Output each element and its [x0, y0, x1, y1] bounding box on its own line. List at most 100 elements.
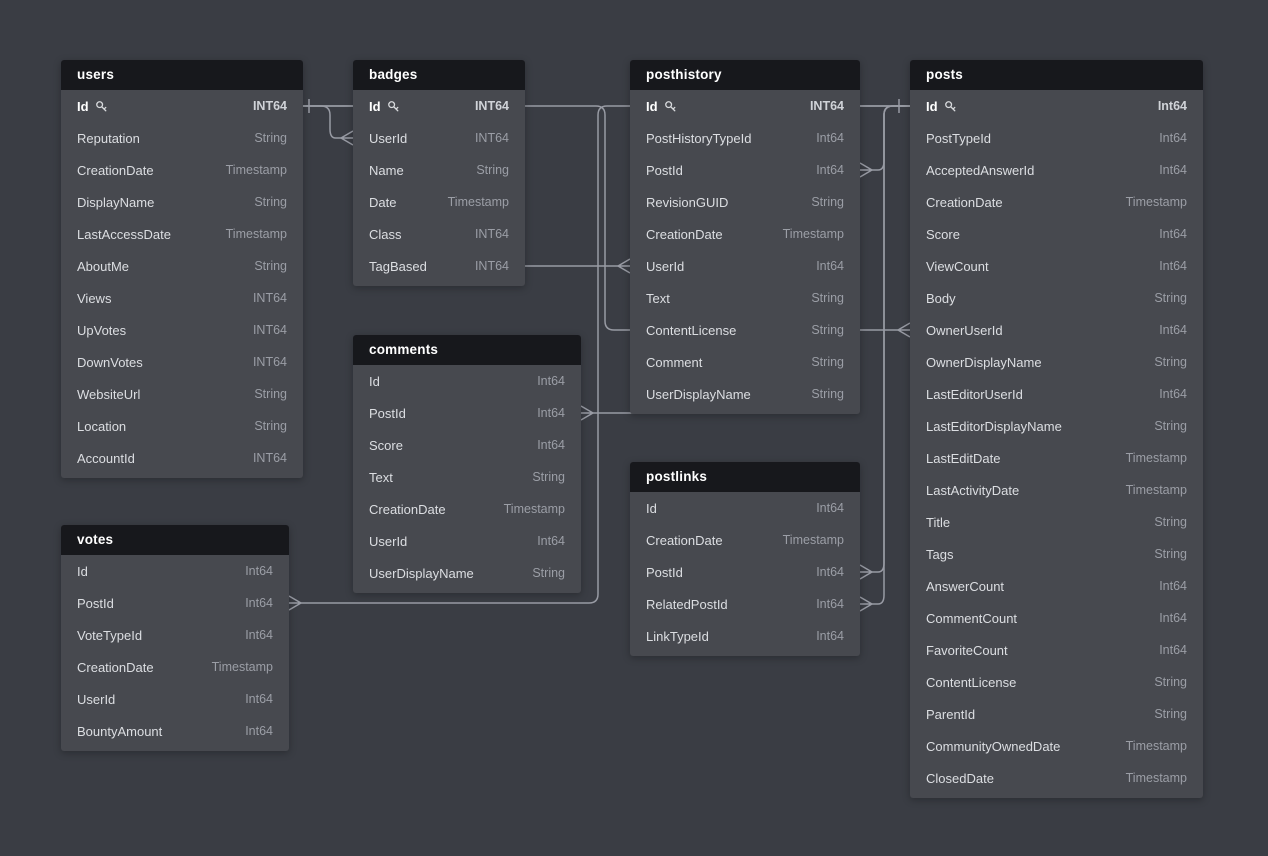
field-name-text: CreationDate	[646, 533, 723, 548]
table-badges-header[interactable]: badges	[353, 60, 525, 90]
field-name: CreationDate	[646, 227, 723, 242]
field-name: Id	[369, 374, 380, 389]
field-row-posts-FavoriteCount: FavoriteCountInt64	[910, 634, 1203, 666]
field-row-users-Reputation: ReputationString	[61, 122, 303, 154]
field-name-text: RevisionGUID	[646, 195, 728, 210]
field-name-text: ContentLicense	[646, 323, 736, 338]
table-users-header[interactable]: users	[61, 60, 303, 90]
field-row-posts-LastActivityDate: LastActivityDate Timestamp	[910, 474, 1203, 506]
field-name-text: Views	[77, 291, 111, 306]
field-type: String	[1154, 707, 1187, 721]
field-type: Int64	[245, 692, 273, 706]
field-name: PostHistoryTypeId	[646, 131, 752, 146]
table-users[interactable]: usersIdINT64ReputationStringCreationDate…	[61, 60, 303, 478]
field-name: UserDisplayName	[646, 387, 751, 402]
field-name: Location	[77, 419, 126, 434]
field-name-text: TagBased	[369, 259, 427, 274]
field-name-text: CreationDate	[77, 163, 154, 178]
field-row-posts-Tags: TagsString	[910, 538, 1203, 570]
table-comments[interactable]: commentsIdInt64PostIdInt64ScoreInt64Text…	[353, 335, 581, 593]
table-posts-header[interactable]: posts	[910, 60, 1203, 90]
field-row-users-AboutMe: AboutMeString	[61, 250, 303, 282]
field-type: Timestamp	[1126, 739, 1187, 753]
field-name: DisplayName	[77, 195, 154, 210]
field-name-text: OwnerUserId	[926, 323, 1003, 338]
field-type: String	[1154, 419, 1187, 433]
field-name: Id	[77, 99, 108, 114]
field-row-posts-AcceptedAnswerId: AcceptedAnswerIdInt64	[910, 154, 1203, 186]
field-name: Text	[369, 470, 393, 485]
field-type: Timestamp	[1126, 483, 1187, 497]
field-type: Int64	[1159, 163, 1187, 177]
field-name-text: UserDisplayName	[369, 566, 474, 581]
field-name-text: Score	[926, 227, 960, 242]
field-row-postlinks-PostId: PostIdInt64	[630, 556, 860, 588]
field-name: ContentLicense	[646, 323, 736, 338]
field-row-posthistory-CreationDate: CreationDate Timestamp	[630, 218, 860, 250]
field-name-text: UserId	[369, 534, 407, 549]
relationship-line-posts.Id->postlinks.PostId	[872, 106, 910, 572]
field-row-badges-Class: ClassINT64	[353, 218, 525, 250]
field-name: Score	[926, 227, 960, 242]
field-name: LastActivityDate	[926, 483, 1019, 498]
field-row-posts-CreationDate: CreationDateTimestamp	[910, 186, 1203, 218]
table-posts[interactable]: postsIdInt64PostTypeIdInt64AcceptedAnswe…	[910, 60, 1203, 798]
field-name-text: Location	[77, 419, 126, 434]
field-name: Class	[369, 227, 402, 242]
field-row-postlinks-RelatedPostId: RelatedPostIdInt64	[630, 588, 860, 620]
field-name: Id	[369, 99, 400, 114]
crow-foot-many-marker	[289, 596, 301, 610]
field-name: DownVotes	[77, 355, 143, 370]
field-type: String	[254, 419, 287, 433]
field-name: BountyAmount	[77, 724, 162, 739]
table-votes-header[interactable]: votes	[61, 525, 289, 555]
field-name: Date	[369, 195, 396, 210]
field-row-posts-Title: TitleString	[910, 506, 1203, 538]
field-type: Int64	[245, 628, 273, 642]
field-type: Int64	[1159, 131, 1187, 145]
field-type: String	[254, 131, 287, 145]
field-type: String	[254, 387, 287, 401]
table-comments-header[interactable]: comments	[353, 335, 581, 365]
field-name-text: CommunityOwnedDate	[926, 739, 1060, 754]
field-type: String	[532, 470, 565, 484]
field-name-text: UpVotes	[77, 323, 126, 338]
field-row-posts-Id: IdInt64	[910, 90, 1203, 122]
table-posthistory-header[interactable]: posthistory	[630, 60, 860, 90]
field-row-posts-Body: BodyString	[910, 282, 1203, 314]
field-name-text: Text	[646, 291, 670, 306]
field-type: Int64	[816, 629, 844, 643]
field-row-users-DownVotes: DownVotesINT64	[61, 346, 303, 378]
field-name-text: PostId	[77, 596, 114, 611]
field-type: Int64	[816, 259, 844, 273]
table-postlinks[interactable]: postlinksIdInt64CreationDateTimestampPos…	[630, 462, 860, 656]
field-row-comments-UserId: UserIdInt64	[353, 525, 581, 557]
field-name-text: ContentLicense	[926, 675, 1016, 690]
field-name-text: Id	[369, 99, 381, 114]
field-row-users-WebsiteUrl: WebsiteUrlString	[61, 378, 303, 410]
field-type: String	[1154, 291, 1187, 305]
field-row-posts-LastEditDate: LastEditDateTimestamp	[910, 442, 1203, 474]
field-row-comments-UserDisplayName: UserDisplayNameString	[353, 557, 581, 589]
field-name: OwnerDisplayName	[926, 355, 1042, 370]
field-name: Views	[77, 291, 111, 306]
field-row-postlinks-CreationDate: CreationDateTimestamp	[630, 524, 860, 556]
field-name: CreationDate	[369, 502, 446, 517]
field-name-text: DownVotes	[77, 355, 143, 370]
field-name-text: PostId	[369, 406, 406, 421]
field-name: UserDisplayName	[369, 566, 474, 581]
field-type: Timestamp	[783, 227, 844, 241]
field-name: ContentLicense	[926, 675, 1016, 690]
table-postlinks-header[interactable]: postlinks	[630, 462, 860, 492]
crow-foot-many-marker	[860, 597, 872, 611]
table-badges[interactable]: badgesIdINT64UserIdINT64NameStringDateTi…	[353, 60, 525, 286]
table-posthistory[interactable]: posthistoryIdINT64PostHistoryTypeIdInt64…	[630, 60, 860, 414]
field-row-votes-PostId: PostIdInt64	[61, 587, 289, 619]
field-type: Timestamp	[226, 163, 287, 177]
field-name: Name	[369, 163, 404, 178]
table-votes[interactable]: votesIdInt64PostIdInt64VoteTypeIdInt64Cr…	[61, 525, 289, 751]
crow-foot-many-marker	[860, 163, 872, 177]
field-row-badges-Date: DateTimestamp	[353, 186, 525, 218]
field-row-badges-Name: NameString	[353, 154, 525, 186]
field-row-votes-BountyAmount: BountyAmountInt64	[61, 715, 289, 747]
